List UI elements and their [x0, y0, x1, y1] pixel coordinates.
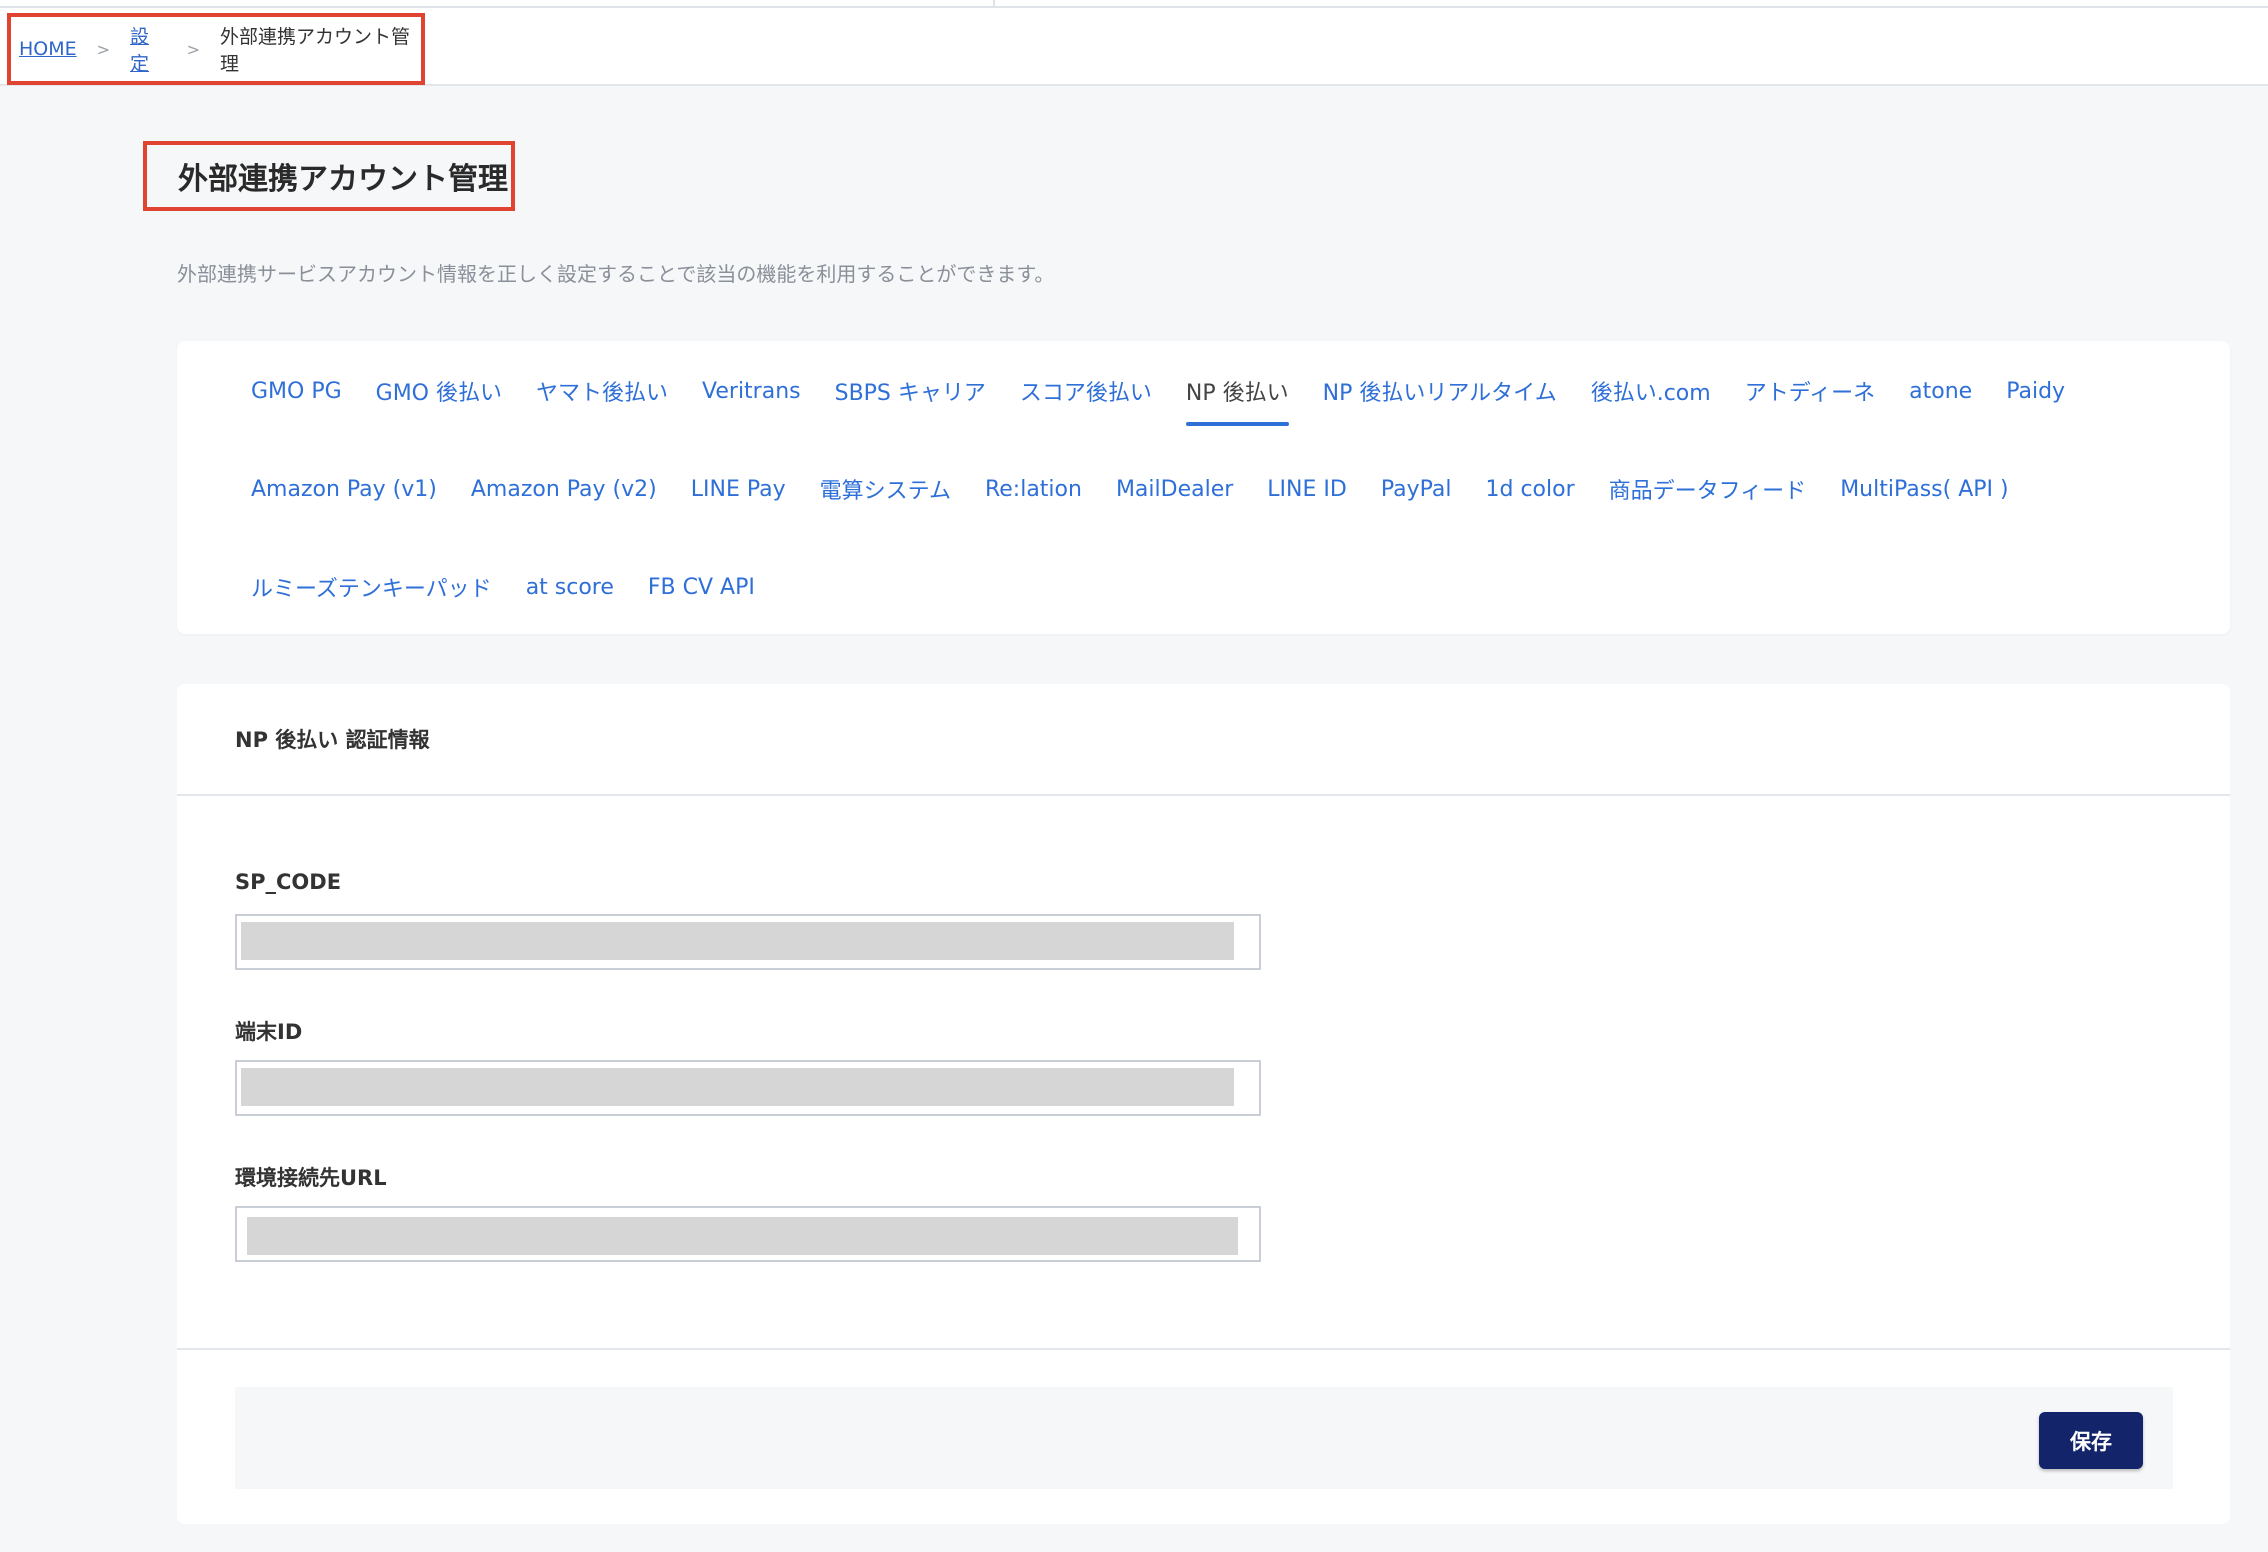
connection-url-label: 環境接続先URL [235, 1166, 387, 1190]
tab-multipass-api[interactable]: MultiPass( API ) [1840, 477, 2008, 502]
tab-at-score[interactable]: at score [526, 575, 614, 600]
tab-amazon-pay-v1[interactable]: Amazon Pay (v1) [251, 477, 437, 502]
service-tabs-card: GMO PG GMO 後払い ヤマト後払い Veritrans SBPS キャリ… [177, 341, 2230, 634]
tab-veritrans[interactable]: Veritrans [702, 379, 801, 404]
form-footer: 保存 [235, 1387, 2173, 1489]
tab-row-1: GMO PG GMO 後払い ヤマト後払い Veritrans SBPS キャリ… [251, 371, 2099, 426]
breadcrumb: HOME > 設定 > 外部連携アカウント管理 [7, 13, 425, 85]
tab-line-pay[interactable]: LINE Pay [691, 477, 786, 502]
top-edge-divider [993, 0, 995, 8]
tab-atodine[interactable]: アトディーネ [1745, 375, 1875, 407]
sp-code-field-box [235, 914, 1261, 970]
tab-product-data-feed[interactable]: 商品データフィード [1609, 473, 1807, 505]
terminal-id-label: 端末ID [235, 1020, 303, 1044]
tab-row-2: Amazon Pay (v1) Amazon Pay (v2) LINE Pay… [251, 469, 2043, 509]
tab-paypal[interactable]: PayPal [1381, 477, 1452, 502]
tab-relation[interactable]: Re:lation [985, 477, 1082, 502]
tab-1d-color[interactable]: 1d color [1485, 477, 1574, 502]
tab-maildealer[interactable]: MailDealer [1116, 477, 1233, 502]
footer-divider [177, 1348, 2230, 1350]
tab-np-atobarai-realtime[interactable]: NP 後払いリアルタイム [1323, 375, 1557, 407]
tab-gmo-pg[interactable]: GMO PG [251, 379, 342, 404]
connection-url-input[interactable] [247, 1217, 1238, 1255]
tab-paidy[interactable]: Paidy [2006, 379, 2065, 404]
credentials-form-card: NP 後払い 認証情報 SP_CODE 端末ID 環境接続先URL 保存 [177, 684, 2230, 1524]
page-description: 外部連携サービスアカウント情報を正しく設定することで該当の機能を利用することがで… [177, 262, 1055, 286]
tab-amazon-pay-v2[interactable]: Amazon Pay (v2) [471, 477, 657, 502]
tab-score-atobarai[interactable]: スコア後払い [1020, 375, 1152, 407]
tab-sbps-carrier[interactable]: SBPS キャリア [835, 375, 986, 407]
tab-densan-system[interactable]: 電算システム [820, 473, 951, 505]
page-title: 外部連携アカウント管理 [143, 141, 515, 211]
tab-gmo-atobarai[interactable]: GMO 後払い [376, 375, 502, 407]
connection-url-field-box [235, 1206, 1261, 1262]
breadcrumb-separator: > [186, 39, 201, 59]
top-bar: HOME > 設定 > 外部連携アカウント管理 [0, 0, 2268, 86]
breadcrumb-separator: > [96, 39, 111, 59]
terminal-id-input[interactable] [241, 1068, 1234, 1106]
terminal-id-field-box [235, 1060, 1261, 1116]
tab-fb-cv-api[interactable]: FB CV API [648, 575, 755, 600]
breadcrumb-home-link[interactable]: HOME [19, 38, 77, 60]
tab-row-3: ルミーズテンキーパッド at score FB CV API [251, 567, 789, 607]
tab-remise-tenkey-pad[interactable]: ルミーズテンキーパッド [251, 571, 492, 603]
sp-code-label: SP_CODE [235, 870, 342, 894]
tab-yamato-atobarai[interactable]: ヤマト後払い [536, 375, 668, 407]
form-heading: NP 後払い 認証情報 [177, 684, 2230, 796]
tab-line-id[interactable]: LINE ID [1267, 477, 1347, 502]
tab-atobarai-com[interactable]: 後払い.com [1591, 375, 1711, 407]
top-edge-line [0, 0, 2268, 8]
tab-atone[interactable]: atone [1909, 379, 1972, 404]
sp-code-input[interactable] [241, 922, 1234, 960]
tab-np-atobarai[interactable]: NP 後払い [1185, 375, 1289, 426]
save-button[interactable]: 保存 [2039, 1412, 2143, 1469]
breadcrumb-current: 外部連携アカウント管理 [220, 26, 411, 75]
breadcrumb-settings-link[interactable]: 設定 [130, 22, 167, 76]
